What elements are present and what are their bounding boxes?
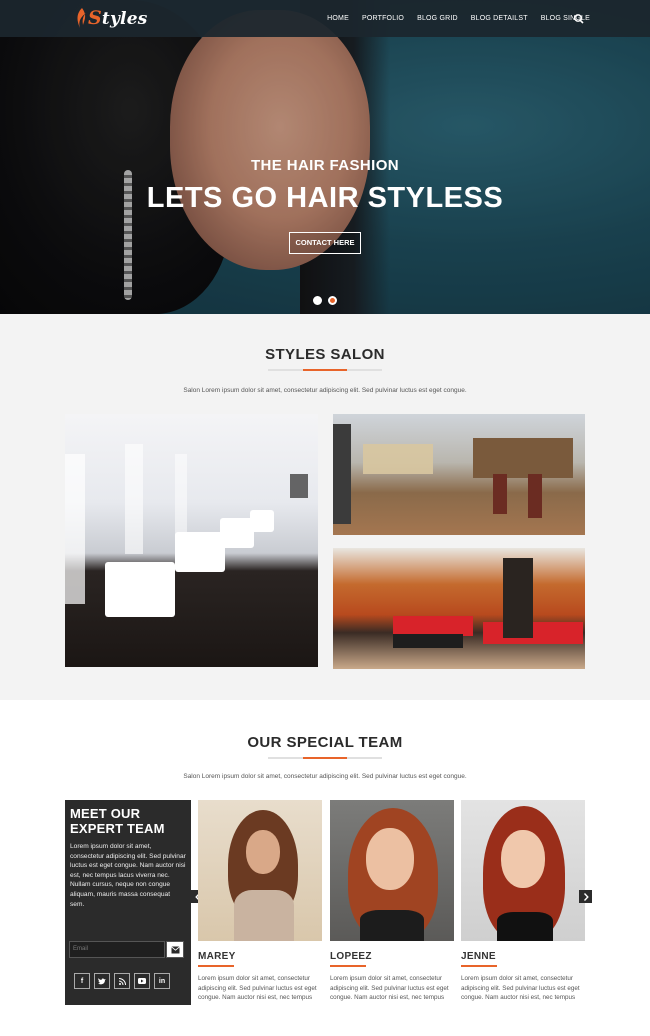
slider-dot-1[interactable] [313, 296, 322, 305]
team-member-underline [330, 965, 366, 967]
twitter-icon[interactable] [94, 973, 110, 989]
logo-rest: tyles [101, 9, 148, 29]
rss-icon[interactable] [114, 973, 130, 989]
salon-description: Salon Lorem ipsum dolor sit amet, consec… [183, 387, 467, 394]
envelope-icon [170, 945, 180, 953]
team-member-text: Lorem ipsum dolor sit amet, consectetur … [330, 975, 449, 1002]
youtube-icon[interactable] [134, 973, 150, 989]
slider-dot-2-active[interactable] [328, 296, 337, 305]
team-member-photo [330, 800, 454, 941]
social-links: f in [74, 973, 170, 989]
team-member-name: LOPEEZ [330, 951, 372, 962]
logo-initial: S [88, 7, 102, 29]
team-member-photo [461, 800, 585, 941]
nav-portfolio[interactable]: PORTFOLIO [362, 15, 404, 22]
salon-title-underline [268, 369, 382, 371]
team-member-name: MAREY [198, 951, 236, 962]
chevron-right-icon [583, 892, 589, 901]
team-title-underline [268, 757, 382, 759]
main-menu: HOME PORTFOLIO BLOG GRID BLOG DETAILST B… [327, 0, 590, 37]
facebook-icon[interactable]: f [74, 973, 90, 989]
team-description: Salon Lorem ipsum dolor sit amet, consec… [183, 773, 467, 780]
top-navigation: Styles HOME PORTFOLIO BLOG GRID BLOG DET… [0, 0, 650, 37]
hero-title: LETS GO HAIR STYLESS [146, 182, 504, 214]
meet-title-line1: MEET OUR [70, 806, 141, 821]
email-field[interactable]: Email [69, 941, 165, 958]
linkedin-icon[interactable]: in [154, 973, 170, 989]
salon-photo-red-interior[interactable] [333, 548, 585, 669]
hero-subtitle: THE HAIR FASHION [250, 157, 400, 174]
site-logo[interactable]: Styles [74, 6, 148, 30]
team-member-marey[interactable]: MAREY Lorem ipsum dolor sit amet, consec… [198, 800, 322, 1003]
team-member-text: Lorem ipsum dolor sit amet, consectetur … [461, 975, 580, 1002]
meet-title-line2: EXPERT TEAM [70, 821, 165, 836]
team-member-photo [198, 800, 322, 941]
team-title: OUR SPECIAL TEAM [247, 734, 403, 751]
nav-blog-grid[interactable]: BLOG GRID [417, 15, 458, 22]
salon-photo-wood-interior[interactable] [333, 414, 585, 535]
team-member-jenne[interactable]: JENNE Lorem ipsum dolor sit amet, consec… [461, 800, 585, 1003]
salon-title: STYLES SALON [265, 346, 385, 363]
salon-photo-white-interior[interactable] [65, 414, 318, 667]
nav-home[interactable]: HOME [327, 15, 349, 22]
send-email-button[interactable] [166, 941, 184, 958]
search-icon[interactable] [573, 12, 585, 24]
team-member-lopeez[interactable]: LOPEEZ Lorem ipsum dolor sit amet, conse… [330, 800, 454, 1003]
logo-flame-icon [74, 7, 88, 29]
team-member-text: Lorem ipsum dolor sit amet, consectetur … [198, 975, 317, 1002]
team-member-underline [461, 965, 497, 967]
meet-expert-panel: MEET OUR EXPERT TEAM Lorem ipsum dolor s… [65, 800, 191, 1005]
team-member-name: JENNE [461, 951, 496, 962]
meet-text: Lorem ipsum dolor sit amet, consectetur … [70, 843, 186, 908]
hero-slider: THE HAIR FASHION LETS GO HAIR STYLESS CO… [0, 0, 650, 314]
team-member-underline [198, 965, 234, 967]
nav-blog-detailst[interactable]: BLOG DETAILST [471, 15, 528, 22]
contact-here-button[interactable]: CONTACT HERE [289, 232, 361, 254]
team-next-arrow[interactable] [579, 890, 592, 903]
